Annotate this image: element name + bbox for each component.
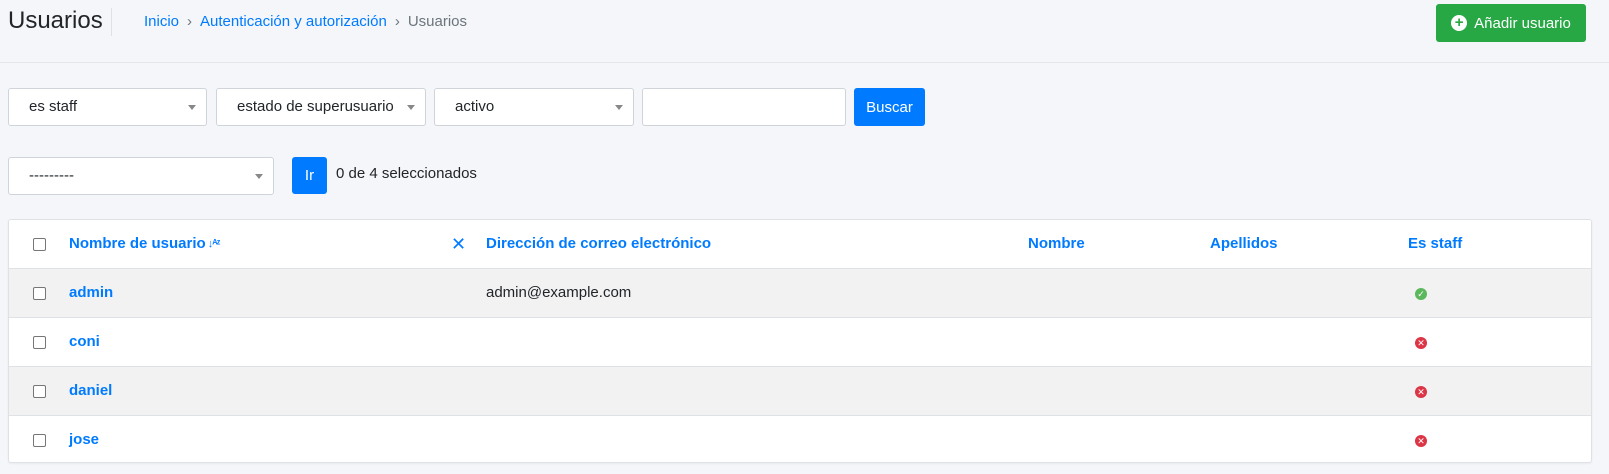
breadcrumb-separator: › [394,13,400,30]
breadcrumb-auth[interactable]: Autenticación y autorización [200,13,387,30]
superuser-filter-select[interactable]: estado de superusuario [216,88,426,126]
column-header-username-label: Nombre de usuario [69,235,206,252]
title-divider [111,8,112,36]
email-cell: admin@example.com [486,284,632,301]
x-circle-icon: ✕ [1415,386,1427,398]
table-row: daniel ✕ [9,367,1591,416]
username-link[interactable]: daniel [69,367,112,415]
chevron-down-icon [615,105,623,110]
row-checkbox[interactable] [33,287,46,300]
search-input[interactable] [642,88,846,126]
page-header: Usuarios Inicio › Autenticación y autoriza… [0,0,1609,44]
active-filter-value: activo [455,98,495,115]
username-link[interactable]: jose [69,416,99,462]
x-circle-icon: ✕ [1415,435,1427,447]
breadcrumb-home[interactable]: Inicio [144,13,179,30]
plus-circle-icon: + [1451,15,1468,31]
go-button[interactable]: Ir [292,157,327,194]
username-link[interactable]: coni [69,318,100,366]
action-select[interactable]: --------- [8,157,274,195]
remove-sort-icon[interactable]: ✕ [451,220,466,268]
selected-count: 0 de 4 seleccionados [336,165,477,182]
breadcrumb-current: Usuarios [407,13,467,30]
add-user-label: Añadir usuario [1474,14,1571,32]
active-filter-select[interactable]: activo [434,88,634,126]
add-user-button[interactable]: + Añadir usuario [1436,4,1586,42]
row-checkbox[interactable] [33,434,46,447]
x-circle-icon: ✕ [1415,337,1427,349]
column-header-username[interactable]: Nombre de usuario ↓ᴬᶻ [69,220,221,268]
check-circle-icon: ✓ [1415,288,1427,300]
column-header-first-name[interactable]: Nombre [1028,220,1085,268]
chevron-down-icon [407,105,415,110]
action-select-value: --------- [29,167,74,184]
column-header-email[interactable]: Dirección de correo electrónico [486,220,711,268]
table-row: coni ✕ [9,318,1591,367]
breadcrumb-separator: › [187,13,193,30]
header-divider [0,62,1609,63]
staff-filter-value: es staff [29,98,78,115]
table-header-row: Nombre de usuario ↓ᴬᶻ ✕ Dirección de corr… [9,220,1591,269]
results-table: Nombre de usuario ↓ᴬᶻ ✕ Dirección de corr… [8,219,1592,463]
breadcrumb: Inicio › Autenticación y autorización › Usua… [144,12,467,32]
superuser-filter-value: estado de superusuario [237,98,394,115]
username-link[interactable]: admin [69,269,113,317]
search-button[interactable]: Buscar [854,88,925,126]
chevron-down-icon [188,105,196,110]
chevron-down-icon [255,174,263,179]
table-row: jose ✕ [9,416,1591,462]
row-checkbox[interactable] [33,385,46,398]
select-all-checkbox[interactable] [33,238,46,251]
sort-alpha-down-icon: ↓ᴬᶻ [207,238,221,250]
row-checkbox[interactable] [33,336,46,349]
column-header-last-name[interactable]: Apellidos [1210,220,1278,268]
column-header-is-staff[interactable]: Es staff [1408,220,1462,268]
table-row: admin admin@example.com ✓ [9,269,1591,318]
page-title: Usuarios [8,7,103,34]
staff-filter-select[interactable]: es staff [8,88,207,126]
